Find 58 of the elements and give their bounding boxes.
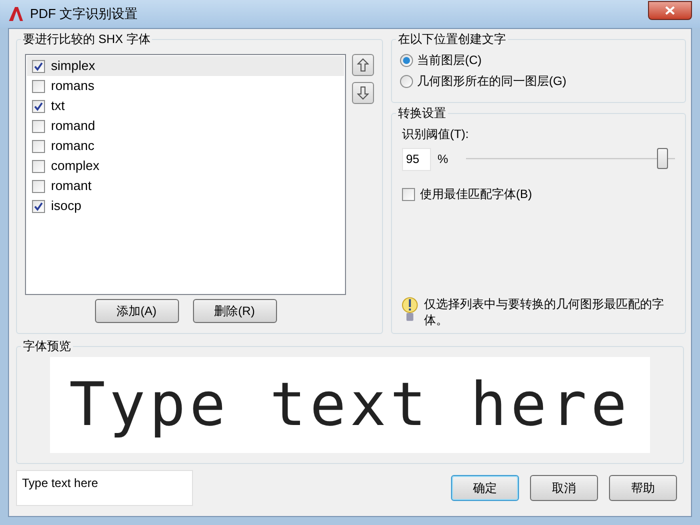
checkbox[interactable]	[32, 140, 45, 152]
percent-unit: %	[437, 151, 448, 168]
checkbox[interactable]	[32, 180, 45, 192]
tip-text: 仅选择列表中与要转换的几何图形最匹配的字体。	[424, 296, 665, 328]
check-icon	[34, 102, 43, 110]
dialog-button[interactable]: 帮助	[609, 475, 677, 501]
font-name: romans	[51, 77, 94, 96]
checkbox[interactable]	[32, 200, 45, 212]
preview-text: Type text here	[69, 369, 631, 442]
font-name: isocp	[51, 197, 82, 216]
checkbox[interactable]	[32, 60, 45, 72]
group-title: 转换设置	[396, 105, 448, 121]
move-down-button[interactable]	[352, 82, 374, 104]
font-list-item[interactable]: complex	[27, 156, 344, 176]
slider-thumb[interactable]	[656, 148, 668, 169]
group-title: 字体预览	[21, 338, 73, 354]
font-list-item[interactable]: romans	[27, 76, 344, 96]
list-button[interactable]: 添加(A)	[94, 299, 178, 323]
lightbulb-icon	[402, 296, 418, 324]
down-arrow-icon	[357, 86, 369, 100]
app-logo-icon	[8, 6, 24, 22]
font-list-item[interactable]: txt	[27, 96, 344, 116]
check-icon	[34, 202, 43, 210]
checkbox[interactable]	[32, 160, 45, 172]
radio-button[interactable]	[400, 74, 413, 88]
group-title: 要进行比较的 SHX 字体	[21, 31, 152, 47]
font-list-item[interactable]: romanc	[27, 136, 344, 156]
font-name: romand	[51, 117, 96, 136]
checkbox[interactable]	[32, 120, 45, 132]
font-list-item[interactable]: simplex	[27, 56, 344, 76]
checkbox[interactable]	[402, 188, 415, 200]
font-list-item[interactable]: romand	[27, 116, 344, 136]
threshold-label: 识别阈值(T):	[402, 126, 470, 143]
font-name: txt	[51, 97, 65, 116]
radio-option[interactable]: 几何图形所在的同一图层(G)	[400, 72, 677, 90]
dialog-button[interactable]: 确定	[451, 475, 519, 501]
font-list-item[interactable]: isocp	[27, 196, 344, 216]
threshold-field[interactable]: 95	[402, 148, 432, 170]
close-icon	[665, 6, 675, 14]
font-list-item[interactable]: romant	[27, 176, 344, 196]
up-arrow-icon	[357, 58, 369, 72]
best-match-label: 使用最佳匹配字体(B)	[420, 186, 532, 203]
font-name: romant	[51, 177, 92, 196]
radio-option[interactable]: 当前图层(C)	[400, 51, 677, 69]
list-button[interactable]: 删除(R)	[192, 299, 276, 323]
move-up-button[interactable]	[352, 54, 374, 76]
close-button[interactable]	[648, 0, 692, 20]
radio-button[interactable]	[400, 54, 413, 66]
sample-text-field[interactable]: Type text here	[16, 470, 193, 506]
checkbox[interactable]	[32, 80, 45, 92]
font-name: simplex	[51, 57, 96, 76]
window-title: PDF 文字识别设置	[30, 5, 139, 24]
font-name: complex	[51, 157, 100, 176]
checkbox[interactable]	[32, 100, 45, 112]
check-icon	[34, 62, 43, 70]
dialog-button[interactable]: 取消	[530, 475, 598, 501]
font-name: romanc	[51, 137, 94, 156]
group-title: 在以下位置创建文字	[396, 31, 508, 47]
